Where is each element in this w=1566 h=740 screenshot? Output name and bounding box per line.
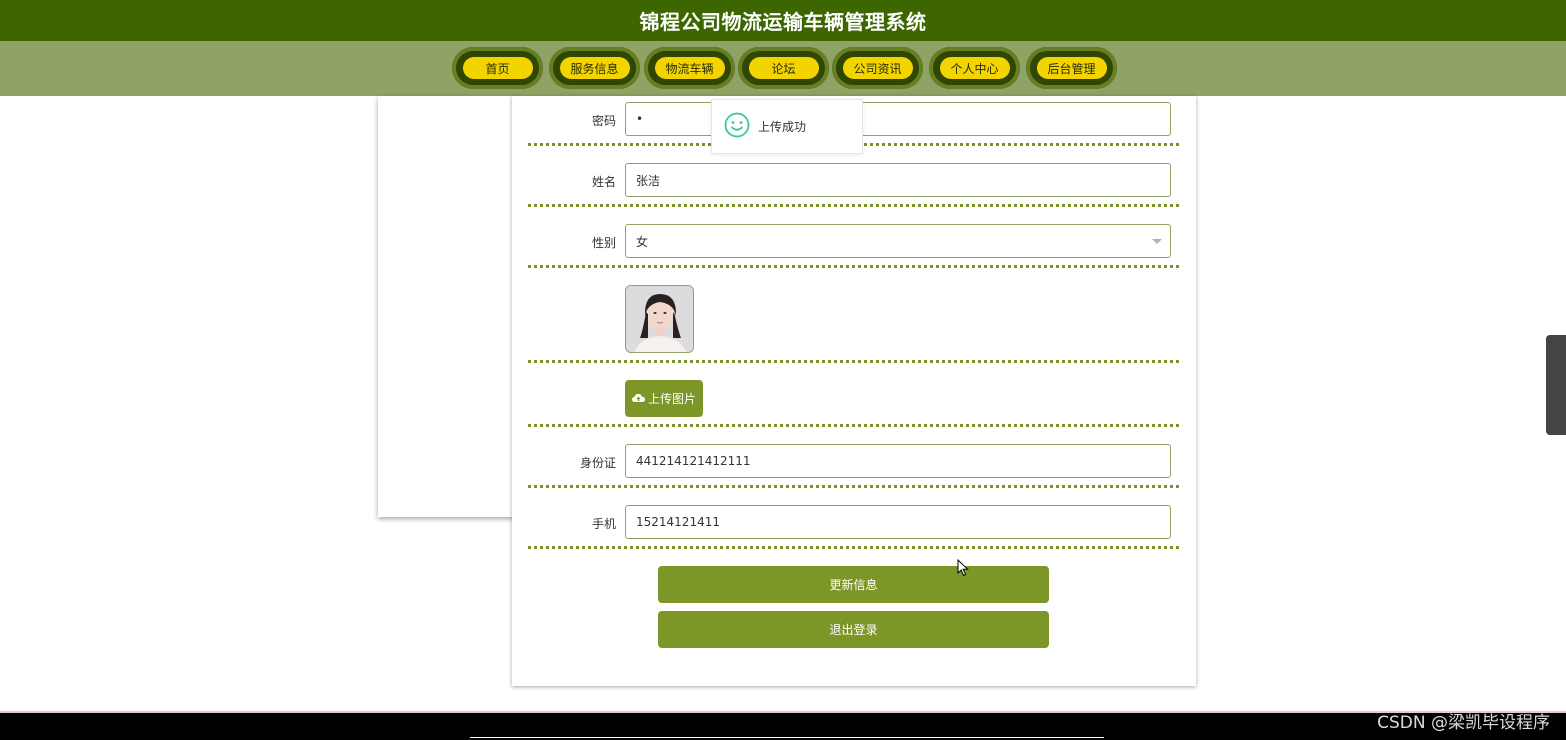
cursor-icon	[957, 558, 969, 581]
divider	[528, 424, 1179, 427]
nav-item-personal-center[interactable]: 个人中心	[929, 47, 1020, 89]
nav-item-label: 后台管理	[1036, 57, 1107, 79]
gender-select[interactable]: 女	[625, 224, 1171, 258]
nav-item-label: 公司资讯	[842, 57, 913, 79]
password-label: 密码	[591, 114, 616, 128]
upload-image-button[interactable]: 上传图片	[625, 380, 703, 417]
id-card-label: 身份证	[579, 456, 616, 470]
chevron-down-icon	[1152, 239, 1162, 244]
nav-item-label: 物流车辆	[654, 57, 725, 79]
footer-divider	[470, 737, 1104, 738]
name-field[interactable]: 张洁	[625, 163, 1171, 197]
toast-message: 上传成功	[758, 120, 807, 134]
logout-button-label: 退出登录	[829, 623, 878, 637]
nav-item-label: 个人中心	[939, 57, 1010, 79]
side-drawer-handle[interactable]	[1546, 335, 1566, 435]
name-value: 张洁	[636, 173, 661, 188]
app-title: 锦程公司物流运输车辆管理系统	[639, 10, 927, 34]
password-field[interactable]: •	[625, 102, 1171, 136]
password-value: •	[636, 112, 644, 126]
nav-item-forum[interactable]: 论坛	[738, 47, 829, 89]
avatar	[625, 285, 694, 353]
footer	[0, 711, 1566, 740]
side-panel	[378, 96, 514, 517]
nav-item-label: 服务信息	[559, 57, 630, 79]
logout-button[interactable]: 退出登录	[658, 611, 1049, 648]
divider	[528, 360, 1179, 363]
phone-label: 手机	[591, 517, 616, 531]
divider	[528, 204, 1179, 207]
id-card-value: 441214121412111	[636, 454, 751, 468]
nav-item-label: 首页	[462, 57, 533, 79]
phone-value: 15214121411	[636, 515, 720, 529]
nav-item-company-news[interactable]: 公司资讯	[832, 47, 923, 89]
success-toast: 上传成功	[711, 99, 863, 154]
nav-item-home[interactable]: 首页	[452, 47, 543, 89]
update-button-label: 更新信息	[829, 578, 878, 592]
update-info-button[interactable]: 更新信息	[658, 566, 1049, 603]
watermark-text: CSDN @梁凯毕设程序	[1377, 713, 1550, 733]
gender-label: 性别	[591, 236, 616, 250]
phone-field[interactable]: 15214121411	[625, 505, 1171, 539]
divider	[528, 546, 1179, 549]
name-label: 姓名	[591, 175, 616, 189]
smile-icon	[724, 112, 750, 141]
profile-form: 密码 • 姓名 张洁 性别 女 上传图片 身份证 441214121412111…	[512, 96, 1196, 686]
divider	[528, 265, 1179, 268]
divider	[528, 485, 1179, 488]
upload-button-label: 上传图片	[647, 392, 696, 406]
nav-item-service-info[interactable]: 服务信息	[549, 47, 640, 89]
id-card-field[interactable]: 441214121412111	[625, 444, 1171, 478]
main-nav: 首页 服务信息 物流车辆 论坛 公司资讯 个人中心 后台管理	[0, 41, 1566, 96]
app-header: 锦程公司物流运输车辆管理系统	[0, 0, 1566, 41]
nav-item-label: 论坛	[748, 57, 819, 79]
nav-item-admin[interactable]: 后台管理	[1026, 47, 1117, 89]
gender-value: 女	[636, 234, 649, 249]
cloud-upload-icon	[631, 392, 645, 406]
nav-item-vehicles[interactable]: 物流车辆	[644, 47, 735, 89]
